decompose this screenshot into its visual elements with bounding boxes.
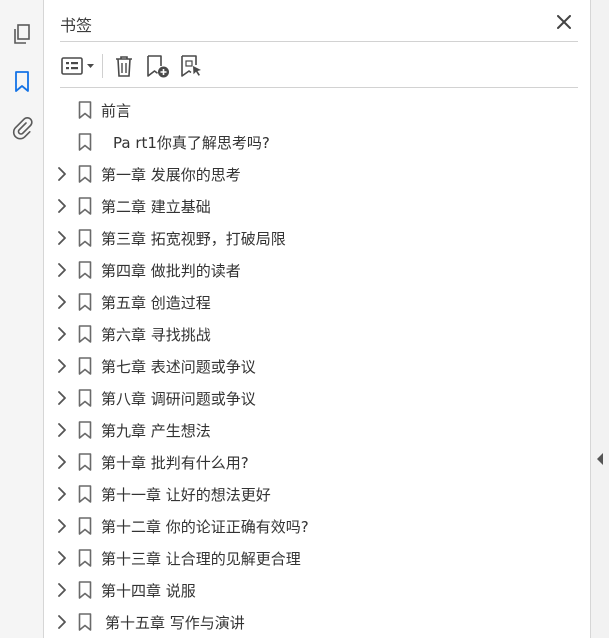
bookmark-icon (78, 485, 92, 503)
bookmark-item[interactable]: 第六章 寻找挑战 (44, 318, 590, 350)
panel-header: 书签 (60, 8, 578, 42)
bookmark-label: 第十一章 让好的想法更好 (101, 486, 271, 504)
bookmark-label: 第八章 调研问题或争议 (101, 390, 256, 408)
bookmark-label: 前言 (101, 102, 132, 120)
bookmark-icon (78, 389, 92, 407)
bookmark-item[interactable]: 第二章 建立基础 (44, 190, 590, 222)
bookmark-icon (78, 357, 92, 375)
new-bookmark-icon (147, 55, 169, 78)
bookmark-label: 第五章 创造过程 (101, 294, 211, 312)
navigation-rail (0, 0, 44, 638)
new-bookmark-from-selection-button[interactable] (178, 52, 206, 80)
chevron-right-icon[interactable] (56, 583, 68, 597)
panel-title: 书签 (60, 16, 93, 35)
collapse-left-icon (597, 453, 603, 465)
chevron-right-icon[interactable] (56, 519, 68, 533)
bookmark-icon (78, 613, 92, 631)
bookmark-icon (78, 229, 92, 247)
bookmark-icon[interactable] (6, 66, 38, 98)
bookmark-icon (78, 517, 92, 535)
bookmark-item[interactable]: 第十四章 说服 (44, 574, 590, 606)
bookmark-item[interactable]: 第四章 做批判的读者 (44, 254, 590, 286)
bookmark-label: 第十五章 写作与演讲 (105, 614, 245, 632)
bookmark-label: 第六章 寻找挑战 (101, 326, 211, 344)
chevron-right-icon[interactable] (56, 423, 68, 437)
bookmark-item[interactable]: 第七章 表述问题或争议 (44, 350, 590, 382)
bookmark-icon (78, 133, 92, 151)
bookmark-icon (78, 549, 92, 567)
chevron-right-icon[interactable] (56, 455, 68, 469)
chevron-right-icon[interactable] (56, 487, 68, 501)
bookmark-item[interactable]: 第十章 批判有什么用? (44, 446, 590, 478)
bookmark-icon (78, 101, 92, 119)
close-icon (557, 15, 571, 29)
options-menu-icon (61, 57, 94, 75)
bookmark-item[interactable]: 前言 (44, 94, 590, 126)
bookmark-item[interactable]: 第八章 调研问题或争议 (44, 382, 590, 414)
bookmark-label: Pa rt1你真了解思考吗? (113, 134, 270, 152)
pages-icon[interactable] (6, 19, 38, 51)
bookmark-list: 前言 Pa rt1你真了解思考吗? 第一章 发展你的思考 第二章 建立基础第三章 拓宽… (44, 94, 590, 638)
chevron-right-icon[interactable] (56, 295, 68, 309)
chevron-right-icon[interactable] (56, 615, 68, 629)
delete-bookmark-button[interactable] (110, 52, 138, 80)
bookmark-label: 第九章 产生想法 (101, 422, 211, 440)
bookmark-label: 第十章 批判有什么用? (101, 454, 249, 472)
bookmark-label: 第三章 拓宽视野，打破局限 (101, 230, 286, 248)
bookmark-item[interactable]: 第十一章 让好的想法更好 (44, 478, 590, 510)
delete-icon (116, 56, 132, 77)
bookmark-icon (78, 453, 92, 471)
bookmark-icon (78, 325, 92, 343)
new-bookmark-from-selection-icon (181, 55, 201, 77)
bookmark-label: 第十三章 让合理的见解更合理 (101, 550, 301, 568)
attachment-icon[interactable] (6, 112, 38, 144)
bookmark-icon (78, 261, 92, 279)
chevron-right-icon[interactable] (56, 359, 68, 373)
bookmark-item[interactable]: 第三章 拓宽视野，打破局限 (44, 222, 590, 254)
toolbar-divider (102, 54, 103, 78)
bookmark-label: 第一章 发展你的思考 (101, 166, 241, 184)
bookmark-label: 第十四章 说服 (101, 582, 196, 600)
bookmark-label: 第十二章 你的论证正确有效吗? (101, 518, 309, 536)
chevron-right-icon[interactable] (56, 263, 68, 277)
chevron-right-icon[interactable] (56, 551, 68, 565)
bookmarks-panel: 书签 前言 Pa rt1你真了解思考吗? 第一章 发展你的思考 第二章 建立基础… (44, 0, 590, 638)
bookmark-item[interactable]: 第十三章 让合理的见解更合理 (44, 542, 590, 574)
bookmarks-window: 书签 前言 Pa rt1你真了解思考吗? 第一章 发展你的思考 第二章 建立基础… (0, 0, 609, 638)
bookmark-item[interactable]: 第十二章 你的论证正确有效吗? (44, 510, 590, 542)
chevron-right-icon[interactable] (56, 327, 68, 341)
collapse-panel-button[interactable] (595, 452, 605, 466)
options-menu-button[interactable] (60, 52, 98, 80)
bookmark-item[interactable]: Pa rt1你真了解思考吗? (44, 126, 590, 158)
bookmark-icon (78, 197, 92, 215)
bookmark-label: 第七章 表述问题或争议 (101, 358, 256, 376)
bookmark-item[interactable]: 第一章 发展你的思考 (44, 158, 590, 190)
chevron-right-icon[interactable] (56, 391, 68, 405)
new-bookmark-button[interactable] (144, 52, 172, 80)
close-panel-button[interactable] (554, 12, 574, 32)
bookmark-icon (78, 293, 92, 311)
bookmarks-toolbar (60, 44, 578, 88)
chevron-right-icon[interactable] (56, 167, 68, 181)
bookmark-item[interactable]: 第十五章 写作与演讲 (44, 606, 590, 638)
bookmark-label: 第四章 做批判的读者 (101, 262, 241, 280)
bookmark-item[interactable]: 第五章 创造过程 (44, 286, 590, 318)
bookmark-icon (78, 421, 92, 439)
chevron-right-icon[interactable] (56, 231, 68, 245)
bookmark-label: 第二章 建立基础 (101, 198, 211, 216)
chevron-right-icon[interactable] (56, 199, 68, 213)
bookmark-item[interactable]: 第九章 产生想法 (44, 414, 590, 446)
bookmark-icon (78, 581, 92, 599)
collapse-strip (590, 0, 609, 638)
bookmark-icon (78, 165, 92, 183)
